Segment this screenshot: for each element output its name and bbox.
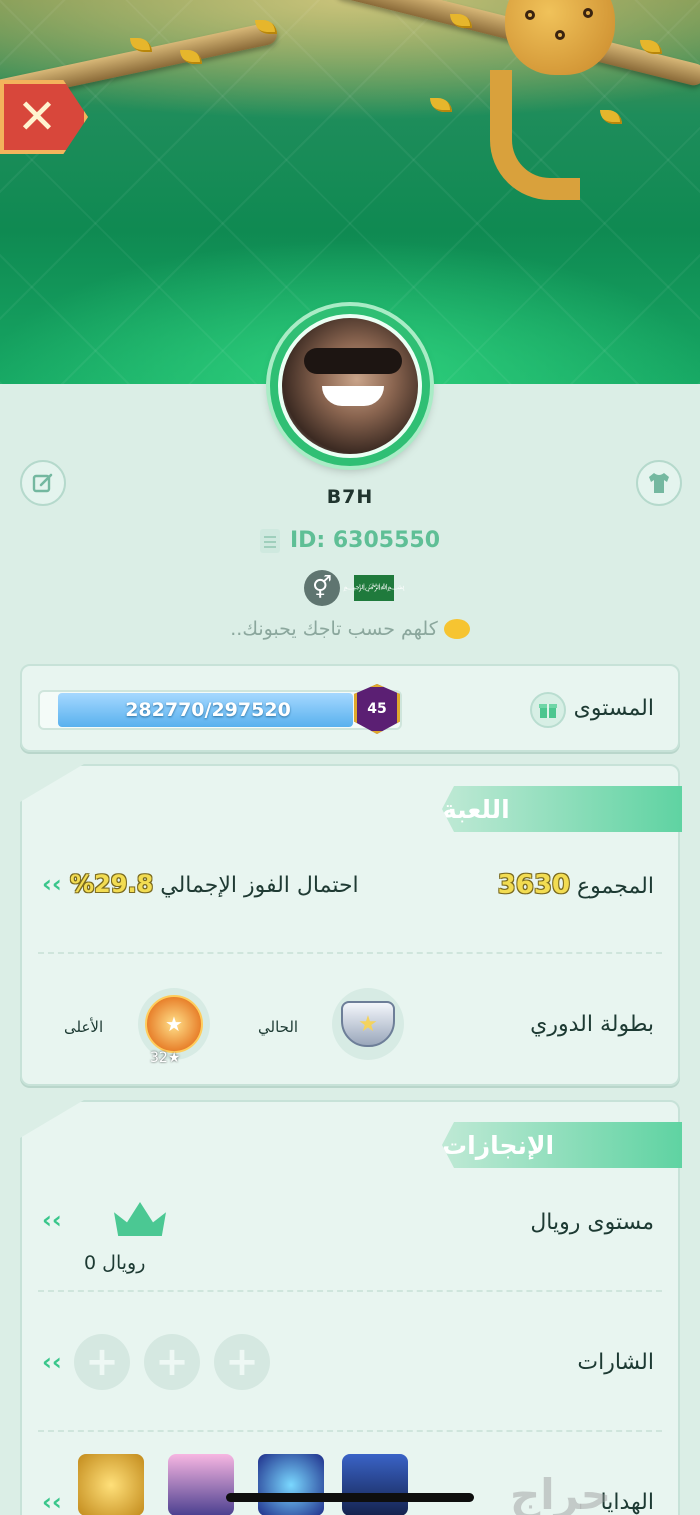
avatar-photo — [278, 314, 422, 458]
current-league-trophy[interactable]: ★ — [332, 988, 404, 1060]
game-section-title: اللعبة — [442, 786, 682, 832]
home-indicator[interactable] — [226, 1493, 474, 1502]
current-label: الحالي — [258, 1018, 299, 1036]
user-id: ID: 6305550 — [289, 528, 441, 553]
bio: كلهم حسب تاجك يحبونك.. — [0, 618, 700, 640]
gift-item[interactable] — [78, 1454, 144, 1515]
win-rate-row[interactable]: احتمال الفوز الإجمالي 29.8% — [70, 870, 359, 898]
gift-item[interactable] — [342, 1454, 408, 1515]
chevron-left-icon[interactable]: ‹‹ — [42, 870, 62, 898]
add-badge-slot[interactable]: + — [144, 1334, 200, 1390]
royal-level-label: مستوى رويال — [530, 1210, 654, 1235]
highest-label: الأعلى — [64, 1018, 104, 1036]
royal-value: رويال 0 — [84, 1252, 146, 1274]
add-badge-slot[interactable]: + — [74, 1334, 130, 1390]
total-value: 3630 — [497, 870, 571, 900]
watermark: حراج — [510, 1470, 612, 1515]
avatar[interactable] — [270, 306, 430, 466]
gift-item[interactable] — [258, 1454, 324, 1515]
silver-trophy-icon: ★ — [341, 1001, 395, 1047]
gold-trophy-icon: ★ — [145, 995, 203, 1053]
chevron-left-icon[interactable]: ‹‹ — [42, 1348, 62, 1376]
chevron-left-icon[interactable]: ‹‹ — [42, 1488, 62, 1515]
badges-label: الشارات — [577, 1350, 654, 1375]
chevron-left-icon[interactable]: ‹‹ — [42, 1206, 62, 1234]
achievements-section-title: الإنجازات — [442, 1122, 682, 1168]
achievements-card: الإنجازات مستوى رويال رويال 0 ‹‹ الشارات… — [20, 1100, 682, 1515]
username: B7H — [326, 486, 374, 508]
close-icon: ✕ — [16, 89, 58, 145]
gift-item[interactable] — [168, 1454, 234, 1515]
total-row: المجموع 3630 — [498, 870, 654, 900]
win-rate-value: 29.8% — [70, 870, 154, 898]
bio-text: كلهم حسب تاجك يحبونك.. — [230, 618, 438, 640]
user-id-row[interactable]: ID: 6305550 — [0, 528, 700, 553]
flag-icon: ﷽ — [343, 575, 405, 601]
total-label: المجموع — [577, 874, 654, 899]
level-label: المستوى — [573, 696, 654, 721]
gender-icon: ⚥ — [304, 570, 340, 606]
copy-icon[interactable] — [259, 528, 280, 553]
add-badge-slot[interactable]: + — [214, 1334, 270, 1390]
emoji-icon — [443, 619, 470, 639]
level-progress-text: 282770/297520 — [125, 699, 291, 721]
level-card: 282770/297520 45 المستوى — [20, 664, 680, 752]
gift-icon[interactable] — [530, 692, 566, 728]
win-rate-label: احتمال الفوز الإجمالي — [160, 873, 359, 898]
highest-stars: 32★ — [150, 1050, 181, 1066]
game-card: اللعبة المجموع 3630 احتمال الفوز الإجمال… — [20, 764, 682, 1086]
league-label: بطولة الدوري — [530, 1012, 654, 1037]
crown-icon — [114, 1202, 166, 1236]
